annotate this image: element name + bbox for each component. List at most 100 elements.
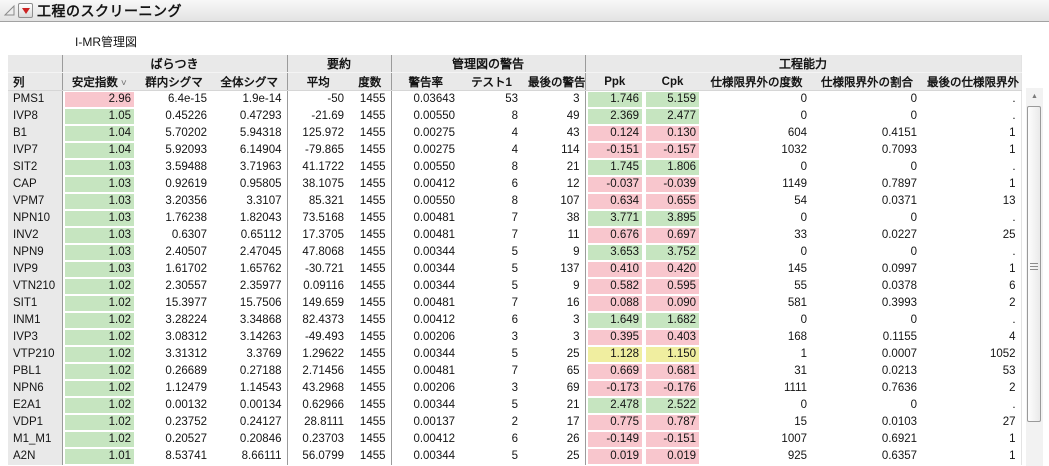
table-cell[interactable]: 0.00344 — [391, 244, 460, 261]
table-cell[interactable]: 2.71456 — [287, 363, 349, 380]
table-cell[interactable]: 3.20356 — [136, 193, 212, 210]
table-cell[interactable]: 1455 — [349, 346, 391, 363]
table-cell[interactable]: 0.27188 — [212, 363, 287, 380]
table-cell[interactable]: 1.03 — [62, 210, 136, 227]
table-cell[interactable]: 0.24127 — [212, 414, 287, 431]
table-cell[interactable]: 1.05 — [62, 108, 136, 125]
table-cell[interactable]: 3.752 — [644, 244, 701, 261]
table-cell[interactable]: -49.493 — [287, 329, 349, 346]
table-cell[interactable]: 2.96 — [62, 91, 136, 109]
table-cell[interactable]: -0.176 — [644, 380, 701, 397]
table-cell[interactable]: 25 — [523, 448, 585, 465]
table-cell[interactable]: 0.088 — [585, 295, 644, 312]
row-name-cell[interactable]: PBL1 — [8, 363, 62, 380]
table-cell[interactable]: 1 — [922, 176, 1021, 193]
row-name-cell[interactable]: CAP — [8, 176, 62, 193]
table-cell[interactable]: 9 — [523, 278, 585, 295]
table-cell[interactable]: 1.61702 — [136, 261, 212, 278]
table-cell[interactable]: 1 — [922, 431, 1021, 448]
table-cell[interactable]: -0.157 — [644, 142, 701, 159]
table-cell[interactable]: 1.04 — [62, 142, 136, 159]
row-name-cell[interactable]: IVP3 — [8, 329, 62, 346]
table-cell[interactable]: 6 — [460, 176, 523, 193]
table-cell[interactable]: 145 — [701, 261, 812, 278]
table-cell[interactable]: 1455 — [349, 278, 391, 295]
column-header-stability-index[interactable]: 安定指数˅ — [62, 73, 136, 91]
table-cell[interactable]: 0.403 — [644, 329, 701, 346]
table-cell[interactable]: 0 — [812, 397, 922, 414]
row-name-cell[interactable]: NPN9 — [8, 244, 62, 261]
table-cell[interactable]: 0.47293 — [212, 108, 287, 125]
table-cell[interactable]: 2.478 — [585, 397, 644, 414]
table-cell[interactable]: 53 — [922, 363, 1021, 380]
table-cell[interactable]: 0.00481 — [391, 227, 460, 244]
table-cell[interactable]: 0.00275 — [391, 142, 460, 159]
table-cell[interactable]: 1.806 — [644, 159, 701, 176]
table-cell[interactable]: 3.3107 — [212, 193, 287, 210]
table-cell[interactable]: 0.00550 — [391, 108, 460, 125]
table-cell[interactable]: 8 — [460, 108, 523, 125]
table-cell[interactable]: 5 — [460, 346, 523, 363]
table-cell[interactable]: 0.410 — [585, 261, 644, 278]
table-cell[interactable]: 0.0227 — [812, 227, 922, 244]
table-cell[interactable]: 581 — [701, 295, 812, 312]
table-cell[interactable]: 1.76238 — [136, 210, 212, 227]
table-cell[interactable]: 0.787 — [644, 414, 701, 431]
table-cell[interactable]: 1052 — [922, 346, 1021, 363]
table-row[interactable]: IVP71.045.920936.14904-79.86514550.00275… — [8, 142, 1021, 159]
table-cell[interactable]: 0.1155 — [812, 329, 922, 346]
table-cell[interactable]: 28.8111 — [287, 414, 349, 431]
column-header-alarm-rate[interactable]: 警告率 — [391, 73, 460, 91]
table-cell[interactable]: 7 — [460, 295, 523, 312]
table-cell[interactable]: 1.03 — [62, 244, 136, 261]
row-name-cell[interactable]: VPM7 — [8, 193, 62, 210]
table-cell[interactable]: 4 — [460, 125, 523, 142]
table-cell[interactable]: 3.895 — [644, 210, 701, 227]
table-cell[interactable]: 5 — [460, 261, 523, 278]
table-cell[interactable]: 17.3705 — [287, 227, 349, 244]
table-cell[interactable]: . — [922, 312, 1021, 329]
table-cell[interactable]: 1.128 — [585, 346, 644, 363]
table-cell[interactable]: 168 — [701, 329, 812, 346]
table-cell[interactable]: 0.00481 — [391, 295, 460, 312]
table-cell[interactable]: 11 — [523, 227, 585, 244]
table-cell[interactable]: 3.08312 — [136, 329, 212, 346]
table-cell[interactable]: 1.02 — [62, 397, 136, 414]
table-cell[interactable]: 2.30557 — [136, 278, 212, 295]
table-row[interactable]: SIT11.0215.397715.7506149.65914550.00481… — [8, 295, 1021, 312]
table-cell[interactable]: 1.02 — [62, 346, 136, 363]
table-cell[interactable]: 2.35977 — [212, 278, 287, 295]
table-cell[interactable]: 65 — [523, 363, 585, 380]
table-cell[interactable]: 85.321 — [287, 193, 349, 210]
table-cell[interactable]: 0.130 — [644, 125, 701, 142]
table-cell[interactable]: 0.6307 — [136, 227, 212, 244]
row-name-cell[interactable]: E2A1 — [8, 397, 62, 414]
table-cell[interactable]: 1455 — [349, 431, 391, 448]
table-cell[interactable]: 0.62966 — [287, 397, 349, 414]
table-cell[interactable]: 1455 — [349, 125, 391, 142]
table-cell[interactable]: 0.681 — [644, 363, 701, 380]
table-row[interactable]: NPN91.032.405072.4704547.806814550.00344… — [8, 244, 1021, 261]
table-row[interactable]: PMS12.966.4e-151.9e-14-5014550.036435331… — [8, 91, 1021, 109]
table-row[interactable]: IVP81.050.452260.47293-21.6914550.005508… — [8, 108, 1021, 125]
table-row[interactable]: CAP1.030.926190.9580538.107514550.004126… — [8, 176, 1021, 193]
table-row[interactable]: SIT21.033.594883.7196341.172214550.00550… — [8, 159, 1021, 176]
row-name-cell[interactable]: B1 — [8, 125, 62, 142]
table-cell[interactable]: 1.03 — [62, 227, 136, 244]
table-row[interactable]: VDP11.020.237520.2412728.811114550.00137… — [8, 414, 1021, 431]
table-cell[interactable]: 8 — [460, 159, 523, 176]
table-cell[interactable]: 2.47045 — [212, 244, 287, 261]
table-cell[interactable]: 1455 — [349, 397, 391, 414]
table-cell[interactable]: 1.03 — [62, 193, 136, 210]
table-cell[interactable]: 38.1075 — [287, 176, 349, 193]
table-cell[interactable]: 0 — [812, 108, 922, 125]
row-name-cell[interactable]: VTP210 — [8, 346, 62, 363]
table-cell[interactable]: 0 — [812, 244, 922, 261]
row-name-cell[interactable]: M1_M1 — [8, 431, 62, 448]
table-cell[interactable]: 1.03 — [62, 159, 136, 176]
table-cell[interactable]: 0 — [701, 312, 812, 329]
table-cell[interactable]: 1.03 — [62, 261, 136, 278]
table-cell[interactable]: -50 — [287, 91, 349, 109]
table-cell[interactable]: 1455 — [349, 312, 391, 329]
table-cell[interactable]: 7 — [460, 227, 523, 244]
